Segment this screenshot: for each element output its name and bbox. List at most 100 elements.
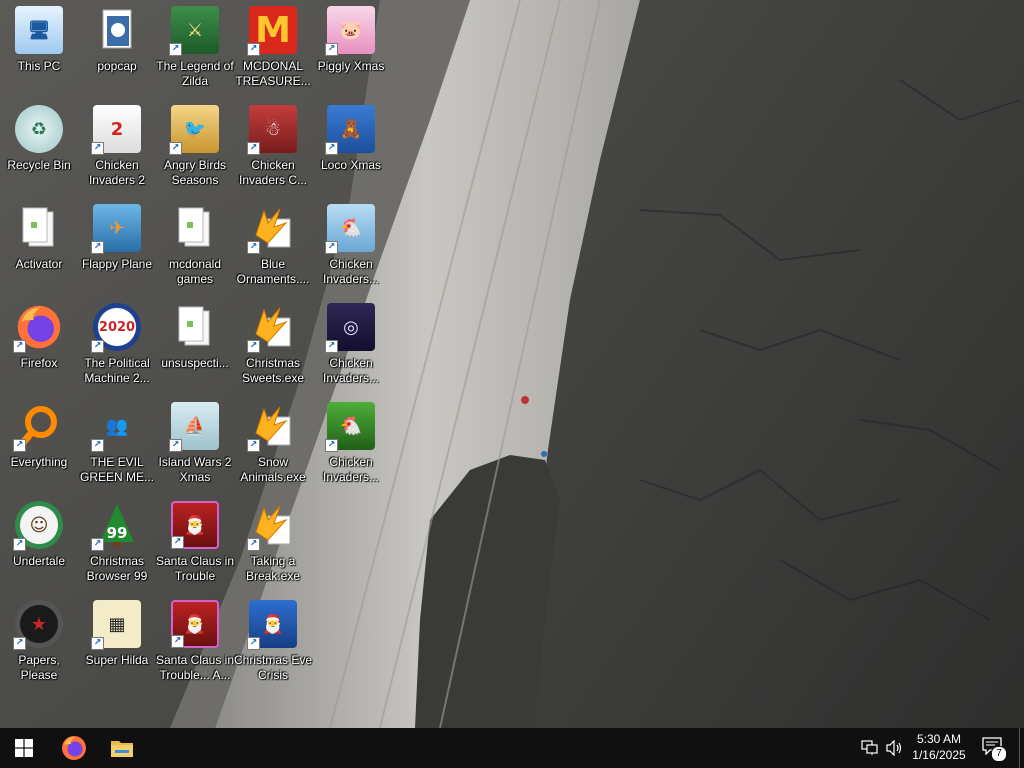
desktop-icon[interactable]: ☃ ↗ Chicken Invaders C...: [234, 99, 312, 195]
msn-icon: 👥 ↗: [91, 402, 141, 452]
desktop-icon[interactable]: ★ ↗ Papers, Please: [0, 594, 78, 690]
desktop-icon[interactable]: ⚔ ↗ The Legend of Zilda: [156, 0, 234, 96]
shortcut-arrow-icon: ↗: [247, 637, 260, 650]
shortcut-arrow-icon: ↗: [13, 538, 26, 551]
chicken-eggs-icon: ◎ ↗: [325, 303, 375, 353]
desktop-icon-label: Blue Ornaments....: [236, 257, 310, 286]
desktop-icon[interactable]: 🐔 ↗ Chicken Invaders...: [312, 198, 390, 294]
desktop-icon[interactable]: ◎ ↗ Chicken Invaders...: [312, 297, 390, 393]
shortcut-arrow-icon: ↗: [247, 439, 260, 452]
shortcut-arrow-icon: ↗: [13, 439, 26, 452]
flappy-plane-icon: ✈ ↗: [91, 204, 141, 254]
desktop-icon-label: Snow Animals.exe: [240, 455, 306, 484]
island-wars-icon: ⛵ ↗: [169, 402, 219, 452]
desktop-icon[interactable]: mcdonald games: [156, 198, 234, 294]
recycle-bin-icon: ♻: [15, 105, 63, 153]
shortcut-arrow-icon: ↗: [91, 439, 104, 452]
shortcut-arrow-icon: ↗: [247, 43, 260, 56]
mcdonalds-icon: M ↗: [247, 6, 297, 56]
notification-center-button[interactable]: 7: [978, 736, 1008, 762]
file-icon: [171, 204, 219, 252]
show-desktop-button[interactable]: [1019, 728, 1024, 768]
desktop-icon[interactable]: ▦ ↗ Super Hilda: [78, 594, 156, 690]
firefox-icon: [62, 736, 86, 760]
desktop-icon[interactable]: ☺ ↗ Undertale: [0, 495, 78, 591]
shortcut-arrow-icon: ↗: [13, 637, 26, 650]
christmas-tree-icon: 99 ↗: [91, 501, 141, 551]
desktop-icon[interactable]: 🐷 ↗ Piggly Xmas: [312, 0, 390, 96]
desktop-icon[interactable]: ↗ Firefox: [0, 297, 78, 393]
desktop-icon-label: Island Wars 2 Xmas: [158, 455, 232, 484]
desktop-icon[interactable]: 2 ↗ Chicken Invaders 2: [78, 99, 156, 195]
shortcut-arrow-icon: ↗: [247, 142, 260, 155]
desktop-icon-label: Chicken Invaders...: [322, 455, 380, 484]
taskbar-file-explorer-button[interactable]: [98, 728, 146, 768]
exe-icon: ↗: [247, 303, 297, 353]
game-zilda-icon: ⚔ ↗: [169, 6, 219, 56]
shortcut-arrow-icon: ↗: [325, 43, 338, 56]
desktop-icon[interactable]: 2020 ↗ The Political Machine 2...: [78, 297, 156, 393]
desktop-icon-label: Piggly Xmas: [317, 59, 385, 73]
shortcut-arrow-icon: ↗: [325, 142, 338, 155]
desktop-icon[interactable]: ✈ ↗ Flappy Plane: [78, 198, 156, 294]
desktop-icon-label: Loco Xmas: [320, 158, 382, 172]
shortcut-arrow-icon: ↗: [91, 637, 104, 650]
shortcut-arrow-icon: ↗: [169, 142, 182, 155]
shortcut-arrow-icon: ↗: [169, 43, 182, 56]
desktop-icon[interactable]: M ↗ MCDONAL TREASURE...: [234, 0, 312, 96]
desktop-icon-label: Chicken Invaders 2: [88, 158, 146, 187]
desktop-icon[interactable]: 👥 ↗ THE EVIL GREEN ME...: [78, 396, 156, 492]
desktop-icon-label: mcdonald games: [168, 257, 222, 286]
desktop-icon[interactable]: ↗ Blue Ornaments....: [234, 198, 312, 294]
desktop-icon[interactable]: 99 ↗ Christmas Browser 99: [78, 495, 156, 591]
chicken-green-icon: 🐔 ↗: [325, 402, 375, 452]
desktop-icon[interactable]: 🖥 This PC: [0, 0, 78, 96]
volume-icon[interactable]: [886, 739, 904, 757]
desktop-icon[interactable]: 🎅 ↗ Santa Claus in Trouble... A...: [156, 594, 234, 690]
desktop-icon[interactable]: ⛵ ↗ Island Wars 2 Xmas: [156, 396, 234, 492]
start-button[interactable]: [0, 728, 48, 768]
desktop-icon[interactable]: 🐦 ↗ Angry Birds Seasons: [156, 99, 234, 195]
desktop-icon-label: Recycle Bin: [7, 158, 71, 172]
desktop-icon-label: Firefox: [20, 356, 58, 370]
folder-icon: [93, 6, 141, 54]
desktop-icon-label: The Legend of Zilda: [156, 59, 234, 88]
desktop-icon-label: Super Hilda: [85, 653, 149, 667]
taskbar-clock[interactable]: 5:30 AM 1/16/2025: [906, 731, 972, 765]
desktop-icon[interactable]: unsuspecti...: [156, 297, 234, 393]
angry-birds-icon: 🐦 ↗: [169, 105, 219, 155]
svg-text:99: 99: [107, 524, 128, 542]
loco-bear-icon: 🧸 ↗: [325, 105, 375, 155]
exe-icon: ↗: [247, 204, 297, 254]
network-icon[interactable]: [861, 740, 879, 756]
notification-count-badge: 7: [991, 746, 1007, 762]
shortcut-arrow-icon: ↗: [247, 538, 260, 551]
desktop-icon[interactable]: ↗ Everything: [0, 396, 78, 492]
desktop-icon[interactable]: popcap: [78, 0, 156, 96]
chicken-santa-icon: 🐔 ↗: [325, 204, 375, 254]
windows-logo-icon: [15, 739, 33, 757]
papers-please-icon: ★ ↗: [13, 600, 63, 650]
search-everything-icon: ↗: [13, 402, 63, 452]
desktop-icon[interactable]: Activator: [0, 198, 78, 294]
taskbar: 5:30 AM 1/16/2025 7: [0, 728, 1024, 768]
desktop-icon[interactable]: ↗ Christmas Sweets.exe: [234, 297, 312, 393]
shortcut-arrow-icon: ↗: [91, 340, 104, 353]
piggly-icon: 🐷 ↗: [325, 6, 375, 56]
taskbar-firefox-button[interactable]: [50, 728, 98, 768]
chicken-icon: 2 ↗: [91, 105, 141, 155]
desktop-icon-label: Santa Claus in Trouble... A...: [155, 653, 235, 682]
shortcut-arrow-icon: ↗: [91, 538, 104, 551]
desktop-icon-label: THE EVIL GREEN ME...: [79, 455, 154, 484]
political-machine-icon: 2020 ↗: [91, 303, 141, 353]
shortcut-arrow-icon: ↗: [247, 340, 260, 353]
clock-time: 5:30 AM: [916, 732, 962, 746]
desktop-icon[interactable]: ↗ Taking a Break.exe: [234, 495, 312, 591]
desktop-icon[interactable]: 🐔 ↗ Chicken Invaders...: [312, 396, 390, 492]
desktop-icon-label: popcap: [97, 59, 137, 73]
desktop-icon[interactable]: ♻ Recycle Bin: [0, 99, 78, 195]
desktop-icon[interactable]: ↗ Snow Animals.exe: [234, 396, 312, 492]
desktop-icon[interactable]: 🧸 ↗ Loco Xmas: [312, 99, 390, 195]
desktop-icon[interactable]: 🎅 ↗ Christmas Eve Crisis: [234, 594, 312, 690]
desktop-icon[interactable]: 🎅 ↗ Santa Claus in Trouble: [156, 495, 234, 591]
